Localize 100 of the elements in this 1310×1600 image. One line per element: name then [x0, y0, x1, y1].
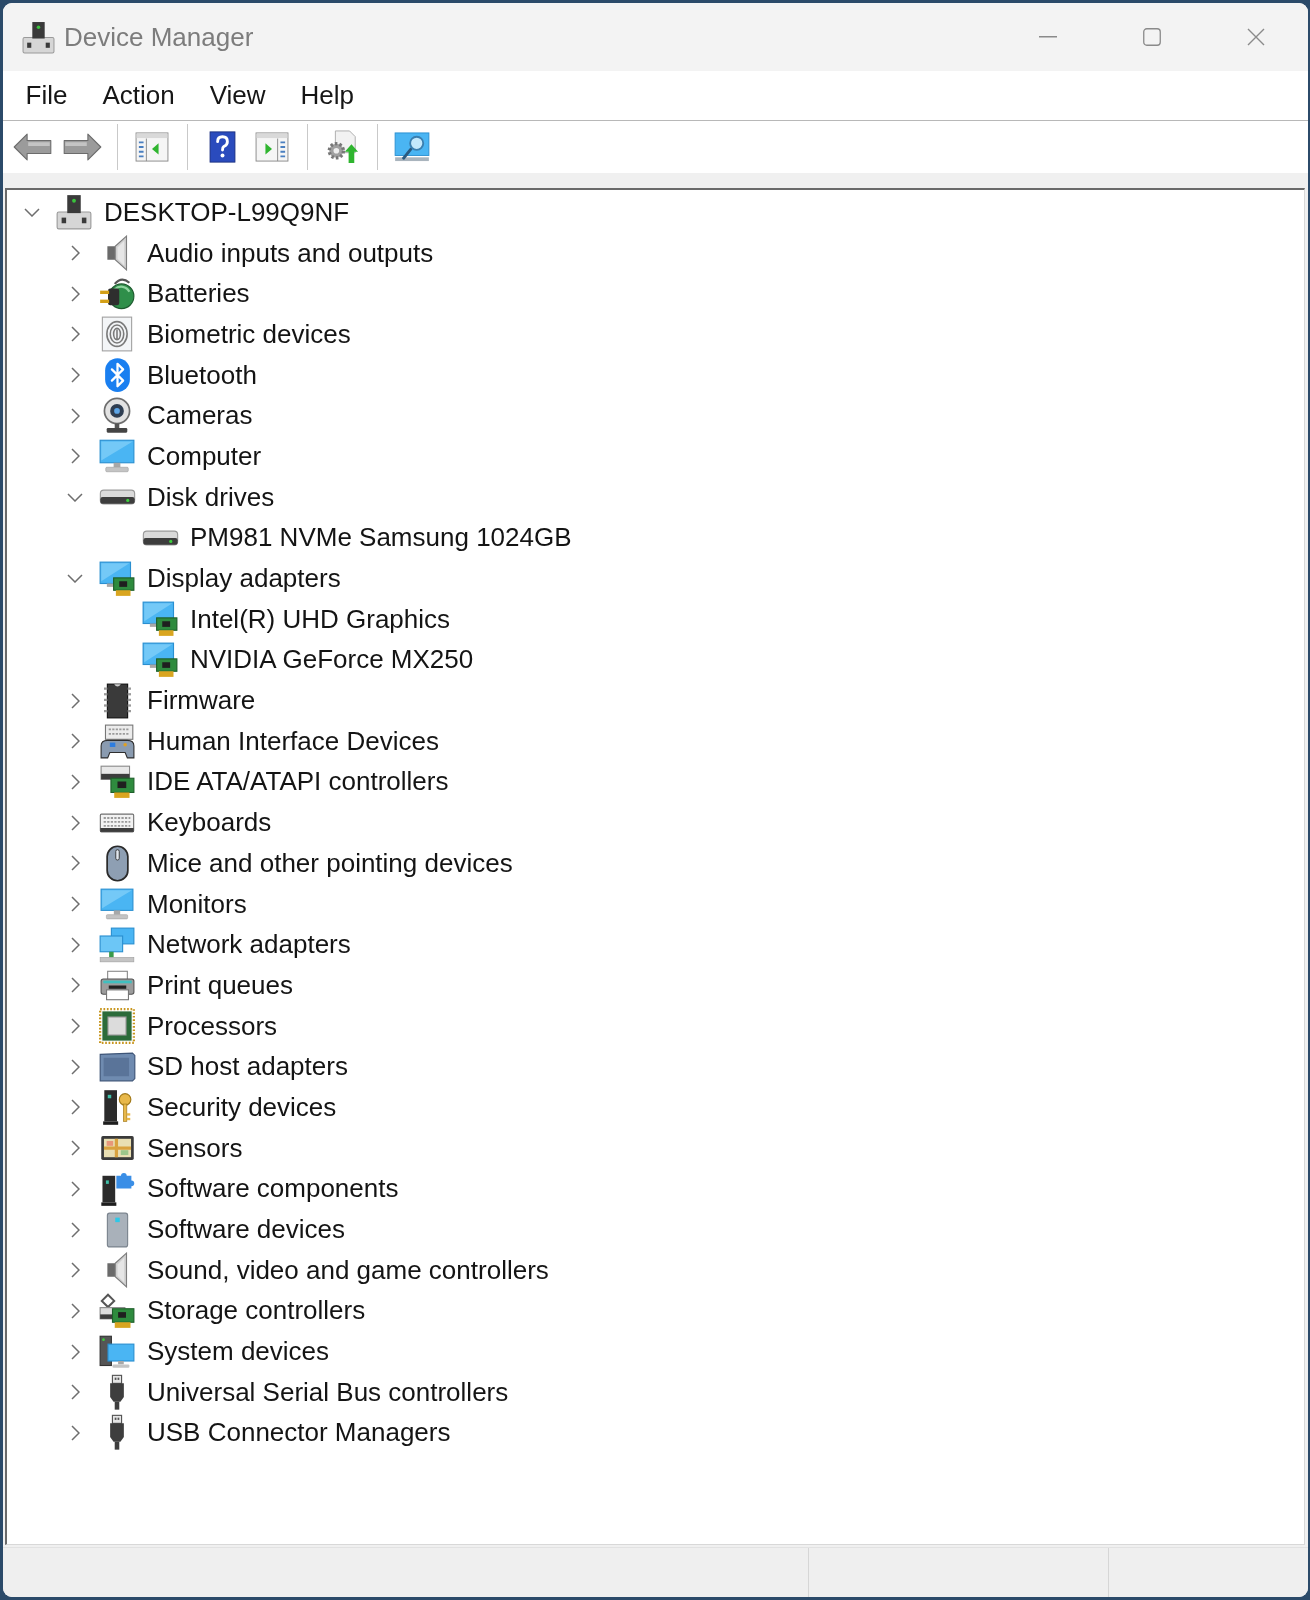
tree-item[interactable]: Display adapters	[145, 562, 343, 596]
speaker-icon	[105, 1252, 129, 1289]
storage-controller-icon	[99, 1292, 135, 1329]
window-left-pane-icon	[135, 132, 169, 162]
tree-item[interactable]: Keyboards	[145, 806, 274, 840]
tower-puzzle-icon	[99, 1170, 135, 1208]
sensor-map-icon	[99, 1135, 135, 1162]
chevron-down-icon[interactable]	[67, 574, 83, 584]
maximize-icon	[1143, 28, 1161, 46]
chevron-right-icon[interactable]	[70, 448, 80, 465]
speaker-icon	[105, 235, 129, 272]
bluetooth-icon	[103, 357, 131, 394]
close-icon	[1247, 28, 1265, 46]
tree-item[interactable]: Audio inputs and outputs	[145, 236, 436, 270]
tower-icon	[105, 1211, 129, 1248]
menu-item[interactable]: File	[8, 74, 85, 117]
chevron-right-icon[interactable]	[70, 977, 80, 994]
tree-item[interactable]: Sensors	[145, 1131, 245, 1165]
right-arrow-icon	[62, 133, 102, 161]
tree-item[interactable]: NVIDIA GeForce MX250	[188, 643, 476, 677]
tree-item[interactable]: Firmware	[145, 684, 258, 718]
printer-icon	[99, 969, 135, 1001]
tree-item[interactable]: Cameras	[145, 399, 255, 433]
tree-item[interactable]: Network adapters	[145, 928, 353, 962]
tree-item[interactable]: Security devices	[145, 1090, 339, 1124]
chevron-right-icon[interactable]	[70, 855, 80, 872]
computer-icon	[22, 20, 55, 54]
window-title: Device Manager	[64, 21, 254, 53]
tree-item[interactable]: Mice and other pointing devices	[145, 846, 515, 880]
chevron-right-icon[interactable]	[70, 1343, 80, 1360]
left-arrow-icon	[12, 133, 52, 161]
usb-plug-icon	[109, 1414, 125, 1452]
chevron-right-icon[interactable]	[70, 773, 80, 790]
chevron-right-icon[interactable]	[70, 245, 80, 262]
tree-item[interactable]: USB Connector Managers	[145, 1416, 453, 1450]
computer-icon	[56, 194, 92, 231]
tree-item[interactable]: System devices	[145, 1335, 332, 1369]
chevron-right-icon[interactable]	[70, 733, 80, 750]
chevron-right-icon[interactable]	[70, 1018, 80, 1035]
menu-item[interactable]: Action	[84, 74, 193, 117]
chevron-down-icon[interactable]	[24, 207, 40, 217]
menu-item[interactable]: View	[192, 74, 284, 117]
tree-item[interactable]: Bluetooth	[145, 358, 259, 392]
processor-icon	[99, 1008, 135, 1045]
tree-item[interactable]: Universal Serial Bus controllers	[145, 1375, 511, 1409]
mouse-icon	[105, 844, 129, 882]
tower-key-icon	[102, 1088, 132, 1126]
tree-item[interactable]: Storage controllers	[145, 1294, 368, 1328]
tree-item[interactable]: Biometric devices	[145, 317, 353, 351]
chevron-right-icon[interactable]	[70, 1180, 80, 1197]
monitor-icon	[100, 888, 134, 921]
chip-icon	[103, 682, 131, 719]
disk-drive-icon	[98, 489, 136, 506]
menu-item[interactable]: Help	[283, 74, 372, 117]
keyboard-icon	[99, 812, 135, 833]
chevron-right-icon[interactable]	[70, 407, 80, 424]
fingerprint-icon	[101, 316, 133, 353]
tree-item[interactable]: Computer	[145, 439, 264, 473]
tree-item[interactable]: IDE ATA/ATAPI controllers	[145, 765, 451, 799]
chevron-down-icon[interactable]	[67, 492, 83, 502]
tree-item[interactable]: Software devices	[145, 1213, 347, 1247]
sd-card-icon	[98, 1051, 136, 1082]
chevron-right-icon[interactable]	[70, 814, 80, 831]
chevron-right-icon[interactable]	[70, 1302, 80, 1319]
chevron-right-icon[interactable]	[70, 692, 80, 709]
display-adapter-icon	[142, 641, 178, 678]
tree-item[interactable]: Sound, video and game controllers	[145, 1253, 551, 1287]
chevron-right-icon[interactable]	[70, 285, 80, 302]
chevron-right-icon[interactable]	[70, 936, 80, 953]
tree-item[interactable]: Human Interface Devices	[145, 724, 441, 758]
chevron-right-icon[interactable]	[70, 326, 80, 343]
chevron-right-icon[interactable]	[70, 896, 80, 913]
chevron-right-icon[interactable]	[70, 367, 80, 384]
display-adapter-icon	[99, 560, 135, 597]
tree-item[interactable]: Disk drives	[145, 480, 277, 514]
usb-plug-icon	[109, 1373, 125, 1411]
tree-item[interactable]: Print queues	[145, 968, 295, 1002]
chevron-right-icon[interactable]	[70, 1058, 80, 1075]
tree-item[interactable]: Monitors	[145, 887, 249, 921]
chevron-right-icon[interactable]	[70, 1221, 80, 1238]
chevron-right-icon[interactable]	[70, 1262, 80, 1279]
tree-item[interactable]: Processors	[145, 1009, 280, 1043]
tree-item[interactable]: Intel(R) UHD Graphics	[188, 602, 453, 636]
chevron-right-icon[interactable]	[70, 1384, 80, 1401]
help-icon	[208, 131, 236, 163]
disk-drive-icon	[141, 529, 179, 546]
drive-controller-icon	[99, 764, 135, 800]
monitor-icon	[99, 439, 135, 474]
tower-monitor-icon	[99, 1334, 135, 1369]
tree-item[interactable]: DESKTOP-L99Q9NF	[102, 195, 352, 229]
chevron-right-icon[interactable]	[70, 1424, 80, 1441]
minimize-icon	[1039, 36, 1057, 38]
webcam-icon	[101, 397, 133, 435]
tree-item[interactable]: Software components	[145, 1172, 401, 1206]
chevron-right-icon[interactable]	[70, 1099, 80, 1116]
chevron-right-icon[interactable]	[70, 1140, 80, 1157]
tree-item[interactable]: PM981 NVMe Samsung 1024GB	[188, 521, 574, 555]
tree-item[interactable]: SD host adapters	[145, 1050, 350, 1084]
tree-item[interactable]: Batteries	[145, 277, 252, 311]
monitor-magnifier-icon	[394, 132, 430, 162]
